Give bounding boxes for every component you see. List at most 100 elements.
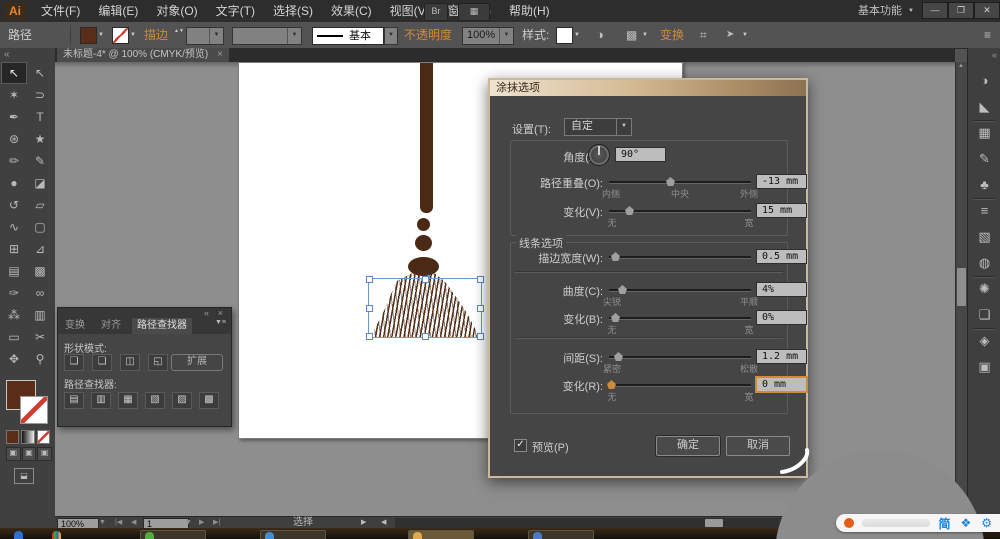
outline-icon[interactable]: ▨ — [172, 392, 192, 409]
overlap-slider[interactable] — [609, 177, 751, 186]
skin-icon[interactable]: ❖ — [960, 516, 971, 530]
isolate-icon[interactable]: ⌗ — [700, 22, 707, 48]
variation-v-field[interactable]: 15 mm — [756, 203, 807, 218]
gradient-tool[interactable]: ▤ — [1, 260, 27, 282]
direct-selection-tool[interactable]: ↖ — [27, 62, 53, 84]
settings-dropdown[interactable]: 自定 ▼ — [564, 118, 632, 136]
artboard-tool[interactable]: ▭ — [1, 326, 27, 348]
variation-b-slider[interactable] — [609, 313, 751, 322]
transform-link[interactable]: 变换 — [660, 22, 684, 48]
merge-icon[interactable]: ▦ — [118, 392, 138, 409]
slider-thumb[interactable] — [611, 252, 620, 261]
blend-tool[interactable]: ∞ — [27, 282, 53, 304]
menu-item[interactable]: 选择(S) — [264, 0, 322, 22]
live-paint-bucket-tool[interactable]: ▩ — [27, 260, 53, 282]
trim-icon[interactable]: ▥ — [91, 392, 111, 409]
broom-dot-small[interactable] — [417, 218, 430, 231]
color-button[interactable] — [6, 430, 20, 444]
scroll-up-icon[interactable]: ▲ — [958, 63, 964, 69]
lasso-tool[interactable]: ⊃ — [27, 84, 53, 106]
taskbar-start-icon[interactable] — [14, 531, 23, 539]
selection-handle[interactable] — [477, 305, 484, 312]
fill-color-swatch[interactable] — [80, 27, 97, 44]
selection-handle[interactable] — [366, 305, 373, 312]
restore-button[interactable]: ❐ — [948, 2, 974, 19]
selection-bounding-box[interactable] — [366, 276, 484, 340]
selection-handle[interactable] — [422, 333, 429, 340]
spacing-slider[interactable] — [609, 352, 751, 361]
collapse-tools-icon[interactable]: « — [4, 49, 10, 60]
align-caret-icon[interactable]: ▼ — [642, 22, 648, 48]
polar-grid-tool[interactable]: ⊛ — [1, 128, 27, 150]
recolor-artwork-icon[interactable]: ◑ — [596, 22, 604, 48]
selection-tool[interactable]: ↖ — [1, 62, 27, 84]
dropdown-caret-icon[interactable]: ▼ — [209, 28, 223, 44]
tab-transform[interactable]: 变换 — [60, 318, 90, 334]
mesh-tool[interactable]: ⊞ — [1, 238, 27, 260]
ok-button[interactable]: 确定 — [656, 436, 720, 456]
layers-icon[interactable]: ◈ — [968, 328, 1000, 354]
none-button[interactable] — [36, 430, 50, 444]
color-guide-icon[interactable]: ◣ — [968, 94, 1000, 120]
variation-v-slider[interactable] — [609, 206, 751, 215]
unite-icon[interactable]: ❑ — [64, 354, 84, 371]
rotate-tool[interactable]: ↺ — [1, 194, 27, 216]
stroke-swatch[interactable] — [20, 396, 48, 424]
spacing-field[interactable]: 1.2 mm — [756, 349, 807, 364]
minus-front-icon[interactable]: ❏ — [92, 354, 112, 371]
width-tool[interactable]: ∿ — [1, 216, 27, 238]
stroke-width-slider[interactable] — [609, 252, 751, 261]
star-tool[interactable]: ★ — [27, 128, 53, 150]
stroke-width-field[interactable]: 0.5 mm — [756, 249, 807, 264]
tab-pathfinder[interactable]: 路径查找器 — [132, 318, 192, 334]
menu-item[interactable]: 效果(C) — [322, 0, 381, 22]
screen-mode-button[interactable]: ⬓ — [14, 468, 34, 484]
selection-handle[interactable] — [477, 276, 484, 283]
variation-r-slider[interactable] — [607, 380, 751, 389]
stroke-caret-icon[interactable]: ▼ — [130, 22, 136, 48]
gradient-button[interactable] — [21, 430, 35, 444]
draw-normal-button[interactable]: ▣ — [6, 447, 21, 461]
vertical-scroll-thumb[interactable] — [957, 268, 966, 306]
live-paint-selection-tool[interactable]: ▢ — [27, 216, 53, 238]
broom-dot-medium[interactable] — [415, 235, 432, 251]
document-tab[interactable]: 未标题-4* @ 100% (CMYK/预览) × — [57, 48, 229, 62]
taskbar-app-icon[interactable] — [52, 531, 61, 539]
brush-caret-box[interactable]: ▼ — [384, 27, 398, 45]
stroke-color-swatch[interactable] — [112, 27, 129, 44]
variation-r-field[interactable]: 0 mm — [756, 377, 807, 392]
minus-back-icon[interactable]: ▩ — [199, 392, 219, 409]
angle-field[interactable]: 90° — [615, 147, 666, 162]
selection-handle[interactable] — [477, 333, 484, 340]
settings-gear-icon[interactable]: ⚙ — [981, 516, 992, 530]
hand-tool[interactable]: ✥ — [1, 348, 27, 370]
pen-tool[interactable]: ✒ — [1, 106, 27, 128]
pencil-tool[interactable]: ✎ — [27, 150, 53, 172]
symbol-sprayer-tool[interactable]: ⁂ — [1, 304, 27, 326]
panel-collapse-icon[interactable]: « — [204, 308, 209, 318]
menu-item[interactable]: 文字(T) — [207, 0, 264, 22]
workspace-switcher[interactable]: 基本功能 — [858, 0, 902, 22]
panel-close-icon[interactable]: × — [218, 308, 223, 318]
appearance-icon[interactable]: ✺ — [968, 276, 1000, 302]
artboards-icon[interactable]: ▣ — [968, 354, 1000, 380]
curviness-slider[interactable] — [609, 285, 751, 294]
crop-icon[interactable]: ▧ — [145, 392, 165, 409]
fill-caret-icon[interactable]: ▼ — [98, 22, 104, 48]
eyedropper-tool[interactable]: ✑ — [1, 282, 27, 304]
variation-b-field[interactable]: 0% — [756, 310, 807, 325]
dock-collapse-icon[interactable]: « — [992, 50, 997, 60]
ime-lang-toggle[interactable]: 简 — [938, 515, 950, 532]
draw-behind-button[interactable]: ▣ — [21, 447, 37, 461]
close-button[interactable]: ✕ — [974, 2, 1000, 19]
zoom-tool[interactable]: ⚲ — [27, 348, 53, 370]
opacity-link[interactable]: 不透明度 — [404, 22, 452, 48]
menu-item[interactable]: 文件(F) — [32, 0, 89, 22]
overlap-field[interactable]: -13 mm — [756, 174, 807, 189]
eraser-tool[interactable]: ◪ — [27, 172, 53, 194]
draw-inside-button[interactable]: ▣ — [37, 447, 53, 461]
exclude-icon[interactable]: ◱ — [148, 354, 168, 371]
slider-thumb[interactable] — [618, 285, 627, 294]
brush-definition-box[interactable]: 基本 — [312, 27, 384, 45]
magic-wand-tool[interactable]: ✶ — [1, 84, 27, 106]
